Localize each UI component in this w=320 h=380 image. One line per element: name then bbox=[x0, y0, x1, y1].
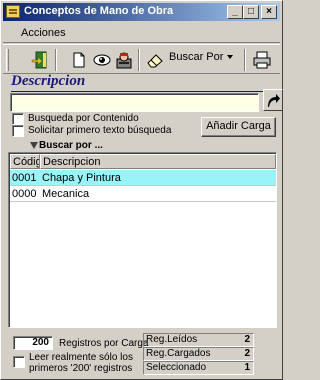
column-header-descripcion[interactable]: Descripcion bbox=[40, 154, 276, 169]
close-button[interactable]: × bbox=[261, 5, 277, 19]
reg-cargados-value: 2 bbox=[244, 348, 250, 359]
section-title-descripcion: Descripcion bbox=[11, 73, 270, 92]
toolbar-separator bbox=[244, 49, 246, 71]
reg-cargados-status: Reg.Cargados 2 bbox=[143, 347, 254, 361]
leer-solo-label-1: Leer realmente sólo los bbox=[29, 352, 133, 363]
window: Conceptos de Mano de Obra _ □ × Acciones… bbox=[0, 0, 283, 380]
reg-leidos-label: Reg.Leídos bbox=[146, 334, 198, 345]
chevron-down-icon bbox=[227, 55, 234, 60]
window-title: Conceptos de Mano de Obra bbox=[24, 5, 174, 17]
toolbar: Buscar Por bbox=[3, 44, 280, 74]
table-row[interactable]: 0001 Chapa y Pintura bbox=[10, 170, 276, 186]
minimize-button[interactable]: _ bbox=[227, 5, 243, 19]
reg-leidos-value: 2 bbox=[244, 334, 250, 345]
eraser-icon[interactable] bbox=[145, 50, 165, 70]
conceptos-list[interactable]: Códig Descripcion 0001 Chapa y Pintura 0… bbox=[8, 152, 277, 328]
buscar-por-label: Buscar Por bbox=[169, 51, 224, 63]
grip-icon[interactable] bbox=[6, 49, 9, 71]
search-go-button[interactable] bbox=[263, 89, 283, 111]
seleccionado-label: Seleccionado bbox=[146, 362, 207, 373]
busqueda-contenido-label: Busqueda por Contenido bbox=[28, 113, 139, 124]
buscar-por-dropdown[interactable]: Buscar Por bbox=[169, 51, 234, 69]
cell-descripcion: Chapa y Pintura bbox=[42, 172, 121, 184]
descripcion-search-input[interactable] bbox=[10, 93, 259, 112]
seleccionado-status: Seleccionado 1 bbox=[143, 361, 254, 375]
registros-por-carga-input[interactable]: 200 bbox=[13, 336, 53, 350]
registros-group: 200 Registros por Carga Leer realmente s… bbox=[11, 334, 148, 374]
solicitar-primero-checkbox[interactable] bbox=[12, 125, 24, 137]
leer-solo-checkbox[interactable] bbox=[13, 356, 25, 368]
column-header-codigo[interactable]: Códig bbox=[10, 154, 40, 169]
anadir-carga-button[interactable]: Añadir Carga bbox=[201, 117, 276, 137]
menu-acciones[interactable]: Acciones bbox=[21, 27, 66, 39]
table-row[interactable]: 0000 Mecanica bbox=[10, 186, 276, 202]
exit-door-icon[interactable] bbox=[31, 50, 51, 70]
app-icon bbox=[6, 5, 20, 18]
reg-leidos-status: Reg.Leídos 2 bbox=[143, 333, 254, 347]
seleccionado-value: 1 bbox=[244, 362, 250, 373]
user-icon[interactable] bbox=[114, 50, 134, 70]
buscar-por-toggle[interactable]: Buscar por ... bbox=[30, 140, 103, 151]
solicitar-primero-label: Solicitar primero texto búsqueda bbox=[28, 125, 172, 136]
new-document-icon[interactable] bbox=[69, 50, 89, 70]
reg-cargados-label: Reg.Cargados bbox=[146, 348, 211, 359]
footer-panel: 200 Registros por Carga Leer realmente s… bbox=[7, 331, 278, 375]
busqueda-contenido-checkbox[interactable] bbox=[12, 113, 24, 125]
view-eye-icon[interactable] bbox=[92, 50, 112, 70]
cell-descripcion: Mecanica bbox=[42, 188, 90, 200]
leer-solo-label-2: primeros '200' registros bbox=[29, 363, 133, 374]
maximize-button[interactable]: □ bbox=[243, 5, 259, 19]
printer-icon[interactable] bbox=[252, 50, 272, 70]
menu-bar: Acciones bbox=[3, 23, 280, 43]
cell-codigo: 0000 bbox=[12, 188, 37, 200]
title-bar[interactable]: Conceptos de Mano de Obra _ □ × bbox=[3, 3, 280, 21]
registros-por-carga-label: Registros por Carga bbox=[59, 338, 149, 349]
toolbar-separator bbox=[138, 49, 140, 71]
list-header: Códig Descripcion bbox=[10, 154, 276, 169]
curved-arrow-icon bbox=[268, 94, 280, 107]
cell-codigo: 0001 bbox=[12, 172, 37, 184]
toolbar-separator bbox=[55, 49, 57, 71]
